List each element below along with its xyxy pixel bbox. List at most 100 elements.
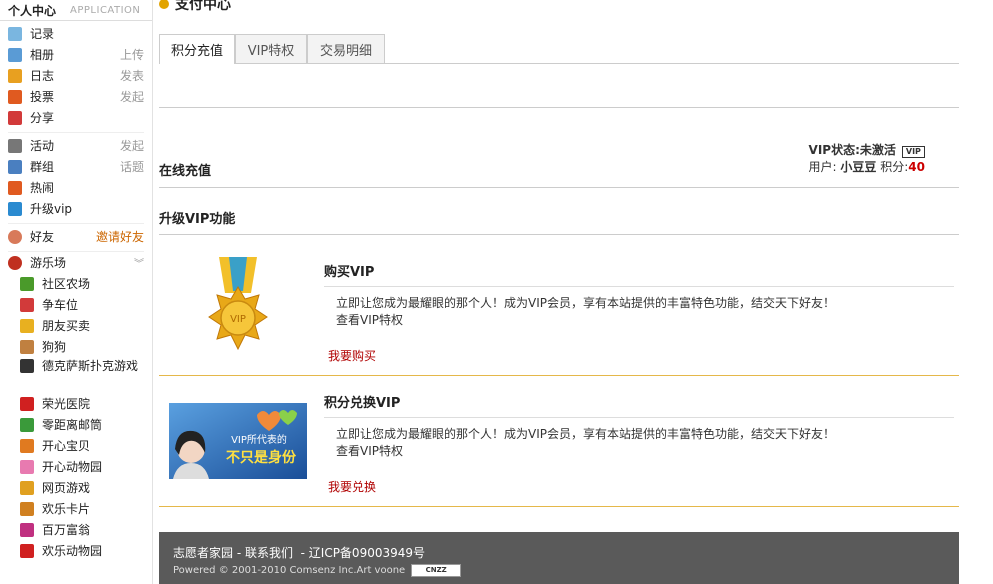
coin-icon	[159, 0, 169, 9]
sidebar-item-action[interactable]: 发表	[120, 67, 144, 84]
tab-points-recharge[interactable]: 积分充值	[159, 34, 235, 64]
score-label: 积分:	[880, 160, 909, 174]
chevron-down-icon[interactable]: ︾	[134, 255, 144, 270]
sidebar-group-playground: 游乐场 ︾	[8, 252, 144, 273]
app-icon	[8, 110, 22, 125]
exchange-vip-link[interactable]: 我要兑换	[328, 478, 376, 495]
sidebar-item[interactable]: 升级vip	[8, 198, 144, 219]
sidebar-item[interactable]: 德克萨斯扑克游戏	[20, 357, 152, 393]
invite-friends-link[interactable]: 邀请好友	[96, 228, 144, 245]
sidebar-item-playground[interactable]: 游乐场 ︾	[8, 252, 144, 273]
sidebar-item-label: 游乐场	[30, 256, 67, 270]
view-vip-privileges-link[interactable]: 查看VIP特权	[336, 312, 835, 329]
app-icon	[8, 159, 22, 174]
tab-bar: 积分充值 VIP特权 交易明细	[159, 34, 959, 64]
feature-desc: 立即让您成为最耀眼的那个人！成为VIP会员，享有本站提供的丰富特色功能，结交天下…	[336, 296, 835, 329]
sidebar-item-label: 零距离邮筒	[42, 418, 103, 432]
feature-buy-vip: VIP 购买VIP 立即让您成为最耀眼的那个人！成为VIP会员，享有本站提供的丰…	[159, 235, 959, 375]
view-vip-privileges-link[interactable]: 查看VIP特权	[336, 443, 835, 460]
sidebar-group-friends: 好友 邀请好友	[8, 224, 144, 252]
feature-title: 积分兑换VIP	[324, 396, 401, 411]
sidebar-item-label: 记录	[30, 27, 55, 41]
divider	[324, 417, 954, 418]
footer: 志愿者家园 - 联系我们 - 辽ICP备09003949号 Powered © …	[159, 532, 959, 584]
sidebar-item[interactable]: 零距离邮筒	[20, 414, 152, 435]
sidebar-item[interactable]: 荣光医院	[20, 393, 152, 414]
sidebar-item-label: 群组	[30, 160, 55, 174]
divider	[324, 286, 954, 287]
sidebar-item-action[interactable]: 话题	[120, 158, 144, 175]
cnzz-badge-icon[interactable]: CNZZ	[411, 564, 462, 577]
app-icon	[20, 522, 34, 537]
sidebar-item-label: 百万富翁	[42, 523, 91, 537]
sidebar-item[interactable]: 欢乐卡片	[20, 498, 152, 519]
svg-text:不只是身份: 不只是身份	[226, 449, 297, 466]
tab-vip-privileges[interactable]: VIP特权	[235, 34, 307, 63]
buy-vip-link[interactable]: 我要购买	[328, 347, 376, 364]
svg-text:VIP所代表的: VIP所代表的	[231, 433, 287, 446]
sidebar-item[interactable]: 争车位	[20, 294, 152, 315]
sidebar-subtitle: APPLICATION	[70, 4, 141, 16]
sidebar-item-label: 分享	[30, 111, 55, 125]
sidebar-item-action[interactable]: 发起	[120, 137, 144, 154]
app-icon	[20, 276, 34, 291]
app-icon	[20, 543, 34, 558]
gold-divider	[159, 506, 959, 507]
sidebar-item[interactable]: 活动 发起	[8, 135, 144, 156]
app-icon	[8, 201, 22, 216]
app-icon	[20, 438, 34, 453]
app-icon	[20, 459, 34, 474]
feature-exchange-vip: VIP所代表的 不只是身份 积分兑换VIP 立即让您成为最耀眼的那个人！成为VI…	[159, 376, 959, 506]
sidebar-item-label: 开心宝贝	[42, 439, 91, 453]
sidebar-item[interactable]: 开心动物园	[20, 456, 152, 477]
app-icon	[20, 359, 34, 373]
sidebar-item-friends[interactable]: 好友 邀请好友	[8, 226, 144, 247]
sidebar: 个人中心 APPLICATION 记录 相册 上传 日志 发表 投票 发起 分享 活动 发起 群组…	[0, 0, 153, 584]
app-icon	[20, 396, 34, 411]
page-title-text: 支付中心	[175, 0, 231, 13]
app-icon	[8, 180, 22, 195]
vip-status-panel: VIP状态:未激活 VIP 用户: 小豆豆 积分:40	[809, 142, 925, 176]
sidebar-item-label: 荣光医院	[42, 397, 91, 411]
sidebar-item[interactable]: 社区农场	[20, 273, 152, 294]
sidebar-item[interactable]: 开心宝贝	[20, 435, 152, 456]
app-icon	[8, 68, 22, 83]
sidebar-group-personal: 记录相册 上传 日志 发表 投票 发起分享	[8, 21, 144, 133]
upgrade-vip-title: 升级VIP功能	[159, 212, 236, 227]
sidebar-item[interactable]: 网页游戏	[20, 477, 152, 498]
vip-status-label: VIP状态:未激活	[808, 143, 896, 157]
feature-title: 购买VIP	[324, 265, 375, 280]
footer-site-link[interactable]: 志愿者家园	[173, 546, 233, 560]
sidebar-item[interactable]: 热闹	[8, 177, 144, 198]
app-icon	[8, 138, 22, 153]
sidebar-item-action[interactable]: 发起	[120, 88, 144, 105]
sidebar-item[interactable]: 投票 发起	[8, 86, 144, 107]
footer-contact-link[interactable]: 联系我们	[245, 546, 293, 560]
sidebar-item-label: 欢乐卡片	[42, 502, 91, 516]
sidebar-item[interactable]: 朋友买卖	[20, 315, 152, 336]
svg-text:VIP: VIP	[230, 314, 246, 325]
footer-icp-link[interactable]: 辽ICP备09003949号	[309, 546, 425, 560]
sidebar-item-label: 德克萨斯扑克游戏	[42, 359, 139, 373]
sidebar-item[interactable]: 记录	[8, 23, 144, 44]
sidebar-item[interactable]: 欢乐动物园	[20, 540, 152, 561]
sidebar-item[interactable]: 分享	[8, 107, 144, 128]
sidebar-item[interactable]: 日志 发表	[8, 65, 144, 86]
sidebar-item-label: 热闹	[30, 181, 55, 195]
app-icon	[20, 297, 34, 312]
app-icon	[20, 501, 34, 516]
app-icon	[20, 417, 34, 432]
footer-links: 志愿者家园 - 联系我们 - 辽ICP备09003949号	[173, 546, 426, 560]
sidebar-item[interactable]: 百万富翁	[20, 519, 152, 540]
sidebar-item[interactable]: 群组 话题	[8, 156, 144, 177]
sidebar-item[interactable]: 相册 上传	[8, 44, 144, 65]
score-value: 40	[908, 160, 925, 174]
sidebar-item-action[interactable]: 上传	[120, 46, 144, 63]
tab-transactions[interactable]: 交易明细	[307, 34, 385, 63]
app-icon	[8, 47, 22, 62]
sidebar-item-label: 好友	[30, 230, 55, 244]
app-icon	[20, 318, 34, 333]
sidebar-item-label: 社区农场	[42, 277, 91, 291]
user-label: 用户:	[808, 160, 837, 174]
sidebar-item[interactable]: 狗狗	[20, 336, 152, 357]
